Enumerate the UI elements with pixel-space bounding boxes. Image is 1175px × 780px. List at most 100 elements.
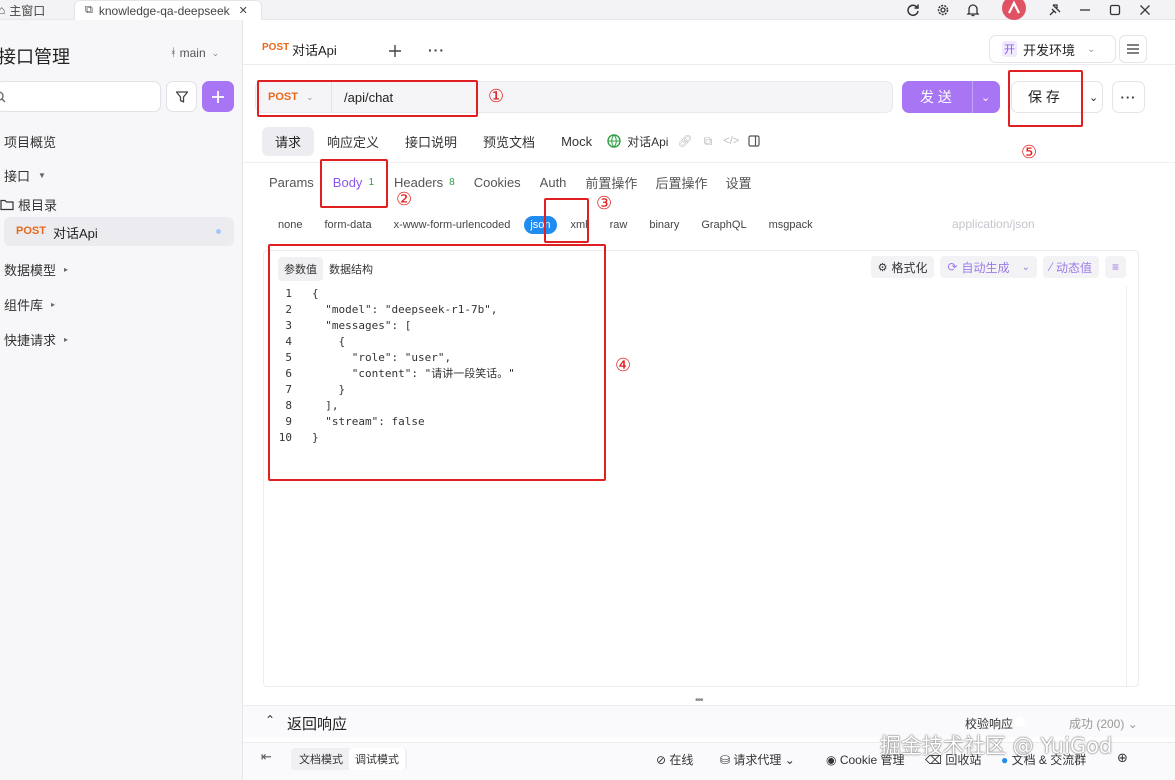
sidebar-item-quick-requests[interactable]: 快捷请求 ▸ bbox=[4, 330, 68, 349]
online-label: 在线 bbox=[669, 753, 694, 767]
request-subtabs: 请求 响应定义 接口说明 预览文档 Mock 对话Api 🔗︎ ⧉ </> bbox=[262, 126, 760, 156]
upload-icon[interactable]: ⊕ bbox=[1117, 750, 1128, 766]
tab-cookies[interactable]: Cookies bbox=[474, 175, 521, 190]
body-type-form-data[interactable]: form-data bbox=[324, 219, 371, 231]
sidebar-item-root-label: 根目录 bbox=[18, 198, 58, 213]
subtab-request[interactable]: 请求 bbox=[262, 126, 315, 156]
debug-mode-button[interactable]: 调试模式 bbox=[349, 748, 405, 770]
annotation-1: ① bbox=[488, 86, 505, 107]
branch-icon: ᚼ bbox=[170, 47, 177, 59]
subtab-response-def[interactable]: 响应定义 bbox=[314, 127, 392, 156]
sidebar-item-models[interactable]: 数据模型 ▸ bbox=[4, 260, 68, 279]
tab-params[interactable]: Params bbox=[269, 175, 314, 190]
tab-settings[interactable]: 设置 bbox=[725, 173, 751, 192]
body-type-none[interactable]: none bbox=[278, 219, 302, 231]
method-badge: POST bbox=[16, 225, 46, 237]
gear-icon[interactable] bbox=[928, 0, 958, 20]
annotation-box-3 bbox=[544, 198, 589, 243]
window-tools bbox=[898, 0, 1160, 20]
sidebar-item-root[interactable]: 根目录 bbox=[0, 195, 57, 214]
wrap-button[interactable]: ≡ bbox=[1104, 256, 1126, 278]
dynamic-value-button[interactable]: ⁄ 动态值 bbox=[1042, 256, 1099, 278]
sidebar: 接口管理 ᚼ main ⌄ 项目概览 接口 ▼ 根目录 POST 对话Api 数… bbox=[0, 20, 243, 780]
request-tab[interactable]: POST 对话Api bbox=[251, 31, 375, 65]
format-button[interactable]: ⚙ 格式化 bbox=[870, 256, 935, 278]
annotation-3: ③ bbox=[596, 193, 613, 214]
chevron-down-icon[interactable]: ⌄ bbox=[981, 91, 990, 104]
pin-icon[interactable] bbox=[1040, 0, 1070, 20]
minimize-icon[interactable] bbox=[1070, 0, 1100, 20]
link-icon[interactable]: 🔗︎ bbox=[677, 134, 692, 148]
sidebar-item-interfaces[interactable]: 接口 ▼ bbox=[4, 166, 46, 185]
chevron-down-icon[interactable]: ⌄ bbox=[1089, 91, 1098, 104]
tab-auth-label: Auth bbox=[539, 174, 567, 190]
tab-post-ops[interactable]: 后置操作 bbox=[655, 173, 707, 192]
add-button[interactable] bbox=[202, 81, 234, 112]
new-tab-plus-icon[interactable] bbox=[388, 44, 402, 58]
filter-icon bbox=[175, 90, 188, 103]
caret-right-icon: ▸ bbox=[64, 265, 69, 274]
sidebar-item-overview-label: 项目概览 bbox=[4, 135, 57, 150]
copy-icon[interactable]: ⧉ bbox=[704, 134, 713, 149]
environment-label: 开发环境 bbox=[1023, 42, 1076, 58]
body-type-raw[interactable]: raw bbox=[610, 219, 628, 231]
collapse-left-icon[interactable]: ⇤ bbox=[261, 749, 272, 765]
mode-switch: 文档模式 调试模式 bbox=[291, 748, 407, 770]
proxy-button[interactable]: ⛁ 请求代理 ⌄ bbox=[720, 751, 795, 768]
content-type-label: application/json bbox=[952, 217, 1035, 231]
panel-icon[interactable] bbox=[748, 135, 760, 147]
home-icon: ⌂ bbox=[0, 3, 6, 17]
chevron-up-icon[interactable]: ⌃ bbox=[265, 713, 275, 727]
send-options-divider bbox=[972, 81, 973, 113]
link-icon: ⧉ bbox=[85, 4, 93, 16]
subtab-preview[interactable]: 预览文档 bbox=[470, 127, 548, 156]
more-tabs-icon[interactable]: ··· bbox=[428, 42, 445, 58]
refresh-icon[interactable] bbox=[898, 0, 928, 20]
editor-scrollbar[interactable] bbox=[1126, 286, 1138, 686]
tab-pre-ops[interactable]: 前置操作 bbox=[585, 173, 637, 192]
subtab-api-doc[interactable]: 接口说明 bbox=[392, 127, 470, 156]
body-type-graphql[interactable]: GraphQL bbox=[701, 219, 746, 231]
online-status[interactable]: ⊘ 在线 bbox=[656, 751, 693, 768]
code-icon[interactable]: </> bbox=[723, 135, 739, 147]
annotation-box-1 bbox=[257, 80, 478, 117]
send-button[interactable]: 发 送 ⌄ bbox=[902, 81, 1000, 113]
sidebar-item-overview[interactable]: 项目概览 bbox=[4, 132, 56, 151]
sidebar-search-input[interactable] bbox=[0, 81, 161, 112]
tab-main-window-label: 主窗口 bbox=[9, 3, 46, 18]
check-circle-icon: ⊘ bbox=[656, 753, 667, 767]
chevron-down-icon: ⌄ bbox=[211, 47, 220, 58]
unsaved-dot bbox=[216, 229, 221, 234]
annotation-2: ② bbox=[396, 189, 413, 210]
caret-down-icon: ▼ bbox=[38, 171, 46, 180]
tab-auth[interactable]: Auth bbox=[540, 175, 567, 190]
sidebar-item-components[interactable]: 组件库 ▸ bbox=[4, 295, 55, 314]
close-window-icon[interactable] bbox=[1130, 0, 1160, 20]
body-type-urlencoded[interactable]: x-www-form-urlencoded bbox=[394, 219, 511, 231]
proxy-label: 请求代理 bbox=[733, 753, 782, 767]
tab-headers[interactable]: Headers 8 bbox=[394, 175, 455, 190]
body-type-binary[interactable]: binary bbox=[649, 219, 679, 231]
sidebar-title: 接口管理 bbox=[0, 47, 70, 67]
avatar-icon[interactable] bbox=[988, 0, 1040, 20]
api-name-label: 对话Api bbox=[627, 134, 669, 149]
menu-button[interactable] bbox=[1119, 35, 1147, 63]
maximize-icon[interactable] bbox=[1100, 0, 1130, 20]
autogen-button[interactable]: ⟳ 自动生成 ⌄ bbox=[940, 256, 1037, 278]
environment-select[interactable]: 开 开发环境 ⌄ bbox=[989, 35, 1116, 63]
subtab-mock[interactable]: Mock bbox=[548, 129, 605, 154]
branch-selector[interactable]: ᚼ main ⌄ bbox=[170, 46, 219, 60]
more-actions-button[interactable]: ··· bbox=[1112, 81, 1145, 113]
tab-project[interactable]: ⧉ knowledge-qa-deepseek ✕ bbox=[74, 0, 262, 20]
tab-pre-ops-label: 前置操作 bbox=[585, 175, 638, 191]
format-icon: ⚙ bbox=[877, 261, 888, 274]
editor-tools: ⚙ 格式化 ⟳ 自动生成 ⌄ ⁄ 动态值 ≡ bbox=[870, 256, 1126, 278]
filter-button[interactable] bbox=[166, 81, 197, 112]
body-type-msgpack[interactable]: msgpack bbox=[769, 219, 813, 231]
doc-mode-button[interactable]: 文档模式 bbox=[293, 748, 349, 770]
bell-icon[interactable] bbox=[958, 0, 988, 20]
annotation-box-5 bbox=[1008, 70, 1083, 127]
sidebar-item-chat-api[interactable]: POST 对话Api bbox=[4, 217, 234, 246]
tab-main-window[interactable]: ⌂ 主窗口 bbox=[0, 0, 45, 20]
close-tab-icon[interactable]: ✕ bbox=[239, 4, 248, 17]
